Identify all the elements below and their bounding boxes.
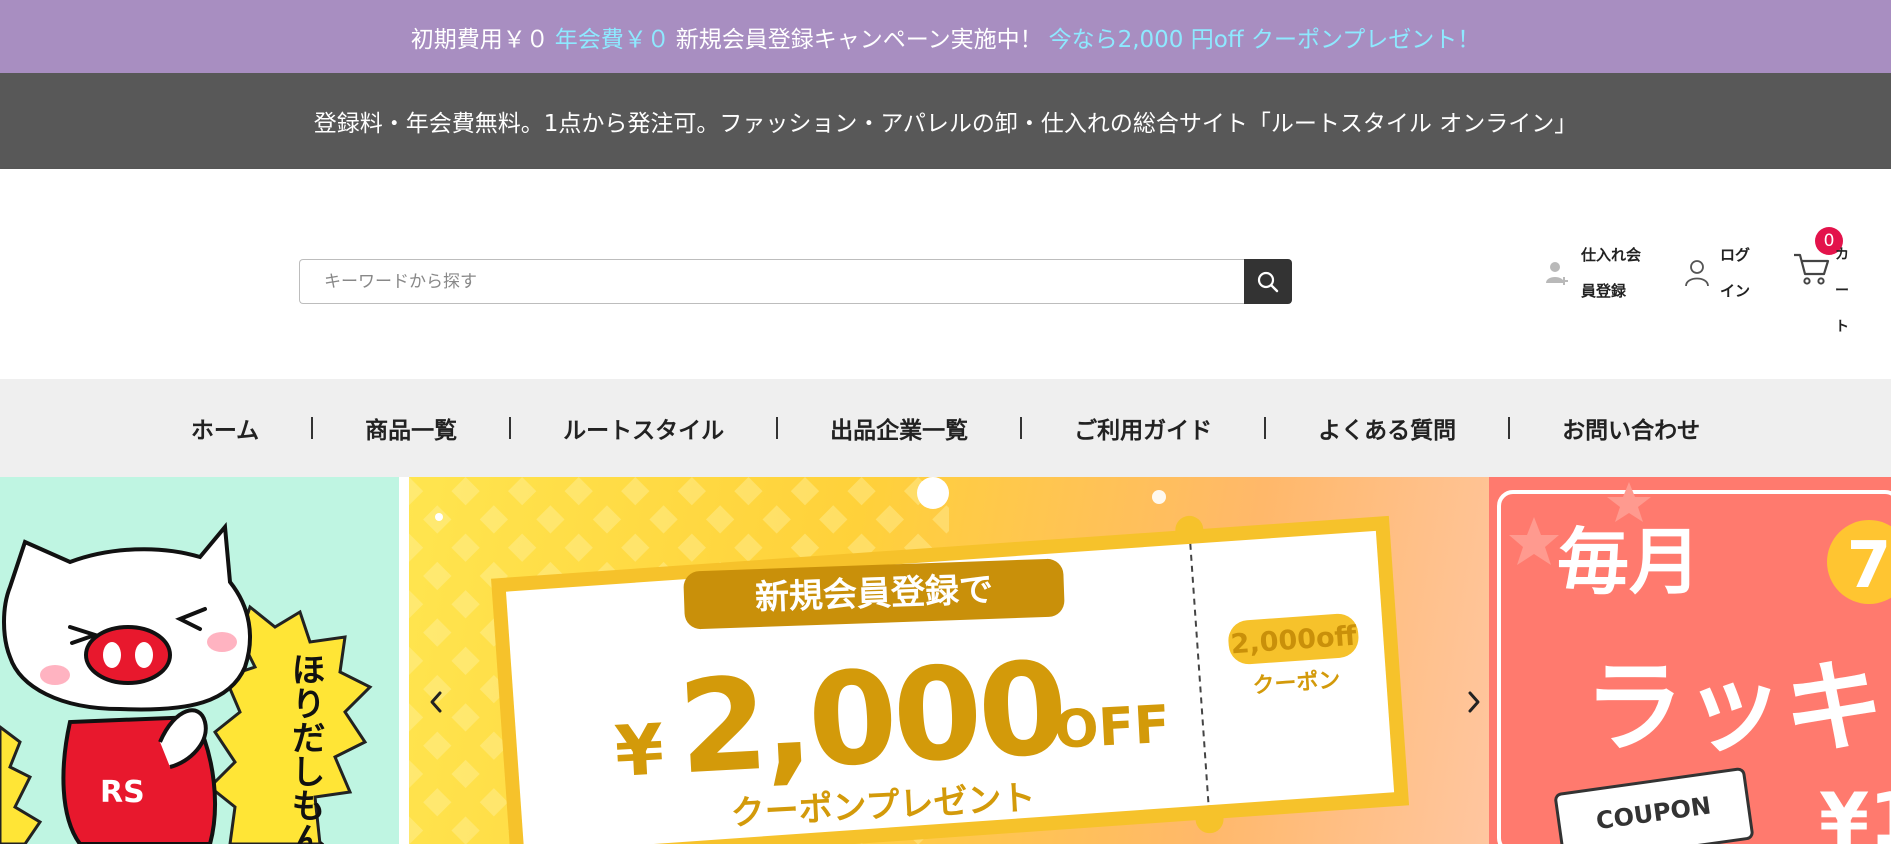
lucky-banner-art: 毎月 7 ラッキ COUPON ¥1 [1497,482,1891,844]
chevron-left-icon [430,691,442,713]
search-button[interactable] [1244,259,1292,304]
banner-carousel: RS ほりだしもん 新規会員登録で ¥ 2,000 OFF クーポンプレゼント … [0,477,1891,844]
nav-contact[interactable]: お問い合わせ [1510,411,1752,445]
lucky-monthly-text: 毎月 [1557,520,1701,604]
coupon-ribbon-text: 新規会員登録で [754,570,993,618]
carousel-prev-button[interactable] [421,687,451,717]
nav-vendors[interactable]: 出品企業一覧 [778,411,1020,445]
nav-routestyle[interactable]: ルートスタイル [511,411,776,445]
lucky-title: ラッキ [1584,649,1884,766]
cart-label: カート [1835,247,1849,335]
search-input[interactable] [299,259,1244,304]
lucky-yen-text: ¥1 [1819,777,1891,844]
promo-coupon[interactable]: 今なら2,000 円off クーポンプレゼント！ [1049,20,1481,54]
search-bar [299,259,1292,304]
coupon-banner-art: 新規会員登録で ¥ 2,000 OFF クーポンプレゼント 2,000off ク… [409,477,1410,844]
coupon-amount: 2,000 [675,634,1067,803]
nav-guide[interactable]: ご利用ガイド [1022,411,1264,445]
main-nav: ホーム 商品一覧 ルートスタイル 出品企業一覧 ご利用ガイド よくある質問 お問… [0,379,1891,477]
site-header: 仕入れ会員登録 ログイン 0 カート [0,169,1891,379]
banner-slide-prev[interactable]: RS ほりだしもん [0,477,399,844]
login-label: ログイン [1720,246,1751,300]
register-label: 仕入れ会員登録 [1581,246,1642,300]
cart-icon [1794,253,1830,285]
register-link[interactable]: 仕入れ会員登録 [1545,237,1651,309]
tagline-text: 登録料・年会費無料。1点から発注可。ファッション・アパレルの卸・仕入れの総合サイ… [313,111,1578,137]
promo-initial-fee: 初期費用￥０ [410,26,549,53]
banner-slide-next[interactable]: 毎月 7 ラッキ COUPON ¥1 [1489,477,1891,844]
coupon-off-text: OFF [1053,695,1171,761]
lucky-number: 7 [1847,529,1891,603]
promo-bar: 初期費用￥０ 年会費￥０ 新規会員登録キャンペーン実施中！ 今なら2,000 円… [0,0,1891,73]
search-icon [1257,271,1279,292]
nav-home[interactable]: ホーム [139,411,311,445]
tagline-bar: 登録料・年会費無料。1点から発注可。ファッション・アパレルの卸・仕入れの総合サイ… [0,73,1891,169]
pig-shirt-logo: RS [100,775,145,810]
banner-slide-coupon[interactable]: 新規会員登録で ¥ 2,000 OFF クーポンプレゼント 2,000off ク… [409,477,1489,844]
chevron-right-icon [1468,691,1480,713]
nav-faq[interactable]: よくある質問 [1266,411,1508,445]
coupon-yen-sign: ¥ [613,708,666,792]
cart-link[interactable]: 0 カート [1793,227,1849,335]
promo-annual-fee: 年会費￥０ [554,26,670,53]
user-icon [1685,260,1709,287]
carousel-next-button[interactable] [1459,687,1489,717]
pig-speech-text: ほりだしもん [285,652,325,844]
nav-products[interactable]: 商品一覧 [313,411,509,445]
add-user-icon [1546,262,1568,285]
promo-campaign: 新規会員登録キャンペーン実施中！ [675,26,1043,53]
pig-mascot-illustration: RS ほりだしもん [0,522,373,844]
login-link[interactable]: ログイン [1684,237,1760,309]
